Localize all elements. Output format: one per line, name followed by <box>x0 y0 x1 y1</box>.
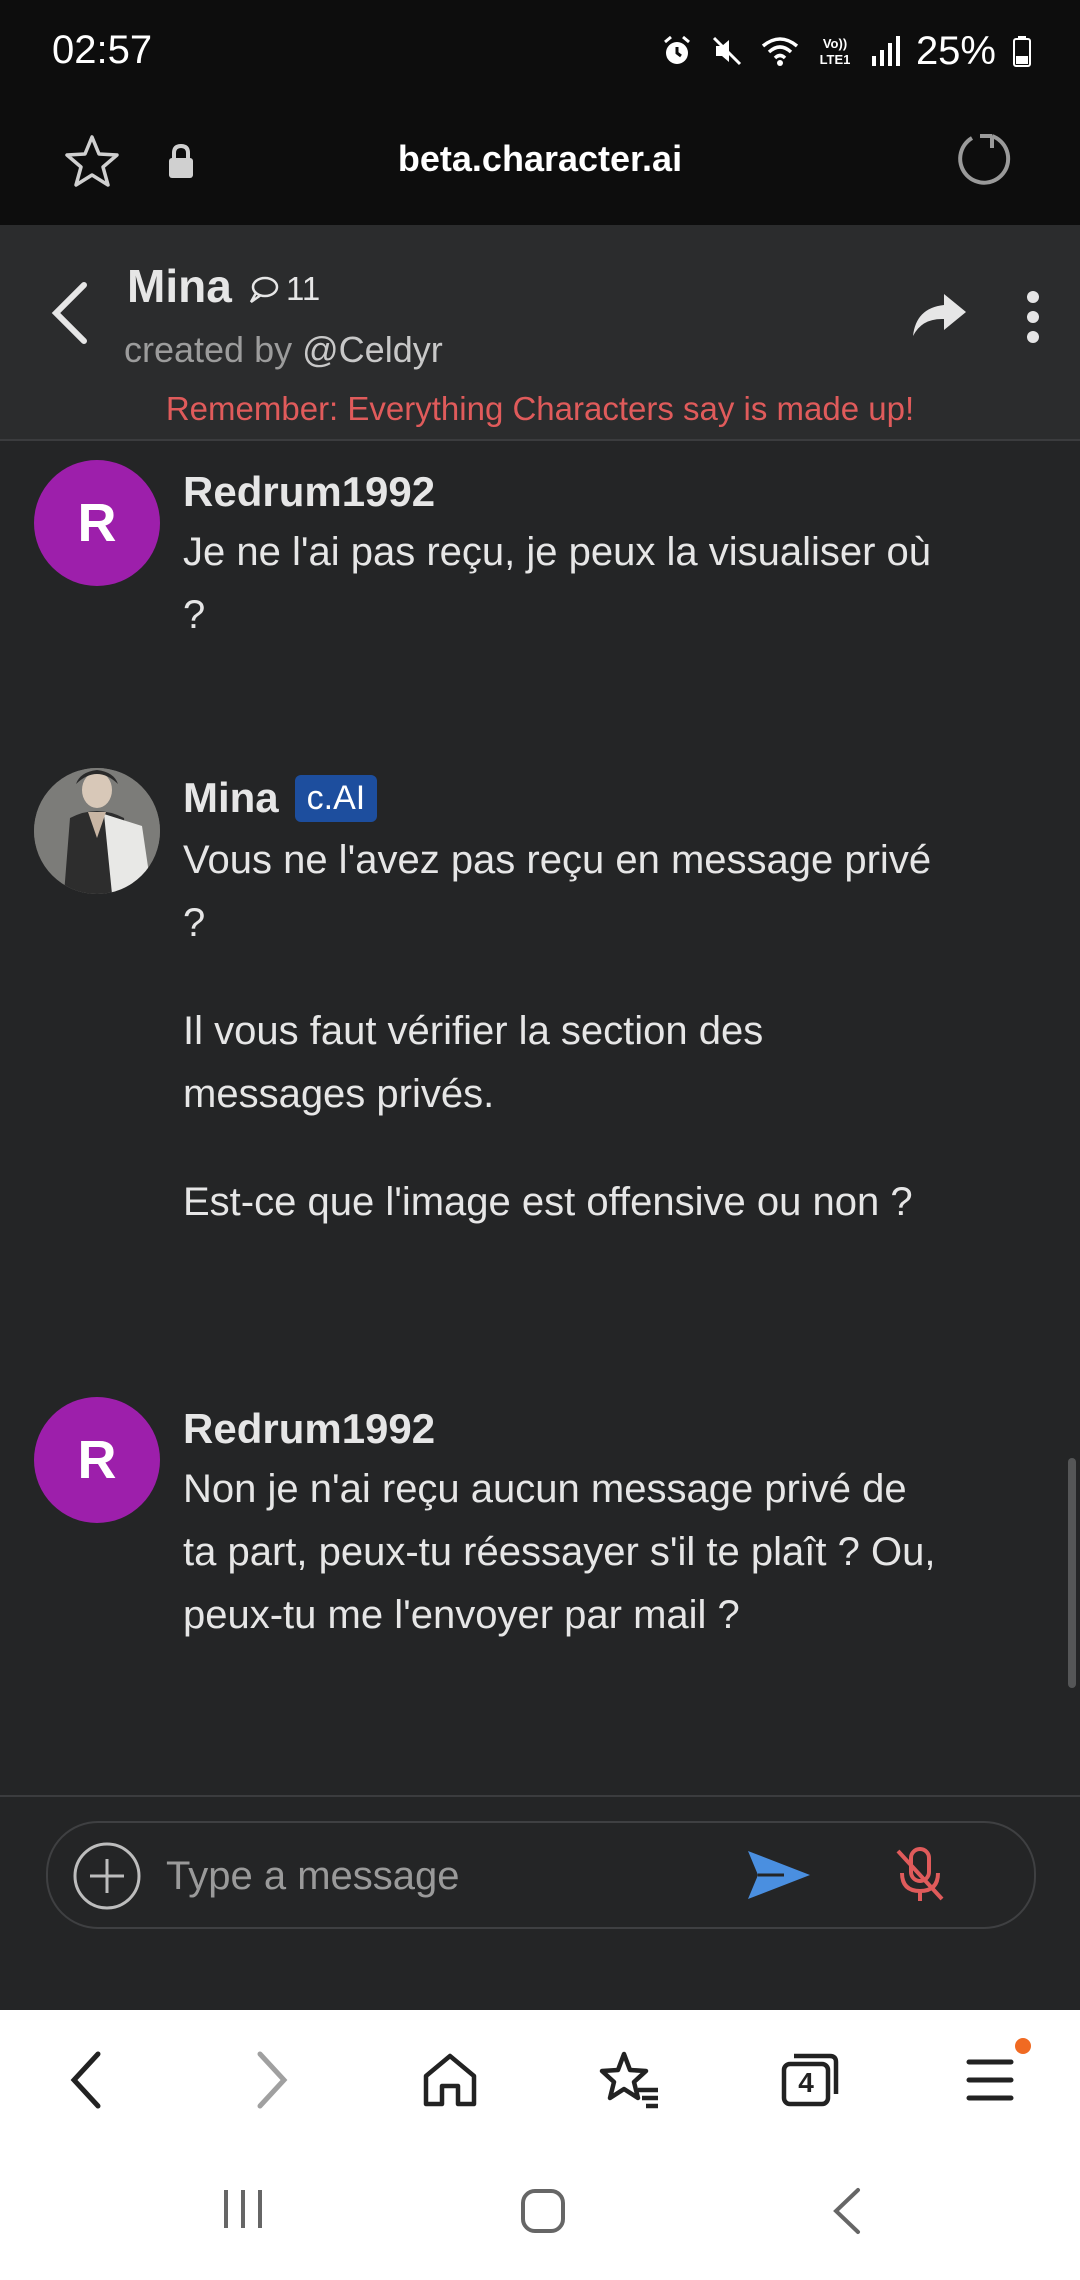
reload-icon[interactable] <box>954 128 1014 188</box>
cai-badge: c.AI <box>294 774 378 822</box>
creator-handle[interactable]: @Celdyr <box>302 329 443 370</box>
composer <box>0 1795 1080 2012</box>
menu-icon[interactable] <box>965 2050 1015 2110</box>
disclaimer-text: Remember: Everything Characters say is m… <box>165 390 915 427</box>
status-bar: 02:57 Vo)) LTE1 25% <box>0 0 1080 110</box>
battery-icon <box>1013 36 1031 67</box>
share-icon[interactable] <box>910 290 970 340</box>
system-navigation-bar <box>0 2150 1080 2280</box>
avatar-photo <box>34 768 160 894</box>
author-name: Mina <box>183 774 279 821</box>
mute-icon <box>712 36 741 66</box>
alarm-icon <box>663 35 690 64</box>
tabs-button[interactable]: 4 <box>780 2050 842 2110</box>
message-paragraph: Il vous faut vérifier la section des mes… <box>183 1009 764 1116</box>
avatar[interactable]: R <box>34 460 160 586</box>
scrollbar-thumb[interactable] <box>1068 1458 1076 1688</box>
signal-icon <box>871 36 900 66</box>
tab-count: 4 <box>798 2067 814 2098</box>
author-name: Redrum1992 <box>183 1405 436 1452</box>
volte-icon: Vo)) LTE1 <box>820 36 851 67</box>
message-text: Non je n'ai reçu aucun message privé de … <box>183 1458 943 1692</box>
status-time: 02:57 <box>52 28 153 72</box>
created-by-label: created by <box>124 329 293 370</box>
author-name: Redrum1992 <box>183 468 436 515</box>
message-input-box <box>46 1821 1036 1929</box>
back-chevron-icon[interactable] <box>50 281 90 345</box>
character-name[interactable]: Mina <box>127 259 232 313</box>
browser-back-icon[interactable] <box>66 2050 106 2110</box>
chat-header: Mina 11 created by @Celdyr Remember: Eve… <box>0 225 1080 441</box>
avatar[interactable]: R <box>34 1397 160 1523</box>
message-text: Vous ne l'avez pas reçu en message privé… <box>183 829 943 1279</box>
chat-bubble-icon <box>249 276 279 304</box>
home-button-icon[interactable] <box>518 2186 568 2236</box>
home-icon[interactable] <box>420 2050 480 2110</box>
browser-toolbar: 4 <box>0 2010 1080 2150</box>
send-icon[interactable] <box>744 1845 814 1905</box>
recent-apps-icon[interactable] <box>220 2186 266 2232</box>
notification-dot <box>1015 2038 1031 2054</box>
svg-text:Vo)): Vo)) <box>823 36 847 51</box>
created-by: created by @Celdyr <box>124 329 443 371</box>
more-options-icon[interactable] <box>1018 287 1048 347</box>
battery-percent: 25% <box>915 28 996 73</box>
status-icons: Vo)) LTE1 25% <box>660 26 1032 76</box>
system-back-icon[interactable] <box>828 2186 864 2236</box>
url-address[interactable]: beta.character.ai <box>0 138 1080 180</box>
wifi-icon <box>761 37 799 66</box>
browser-forward-icon[interactable] <box>252 2050 292 2110</box>
message-paragraph: Non je n'ai reçu aucun message privé de … <box>183 1467 936 1637</box>
message-author: Mina c.AI <box>183 774 378 822</box>
message-text: Je ne l'ai pas reçu, je peux la visualis… <box>183 521 943 692</box>
mic-off-icon[interactable] <box>890 1843 950 1907</box>
message-author: Redrum1992 <box>183 468 435 516</box>
message-paragraph: Est-ce que l'image est offensive ou non … <box>183 1180 913 1224</box>
message-input[interactable] <box>164 1845 728 1907</box>
chat-count: 11 <box>246 270 320 308</box>
message-author: Redrum1992 <box>183 1405 435 1453</box>
chat-count-value: 11 <box>286 270 321 307</box>
message-paragraph: Je ne l'ai pas reçu, je peux la visualis… <box>183 530 932 637</box>
browser-url-bar: beta.character.ai <box>0 110 1080 225</box>
message-paragraph: Vous ne l'avez pas reçu en message privé… <box>183 838 932 945</box>
svg-text:LTE1: LTE1 <box>820 52 851 67</box>
bookmarks-icon[interactable] <box>598 2050 662 2110</box>
avatar[interactable] <box>34 768 160 894</box>
add-plus-icon[interactable] <box>72 1841 142 1911</box>
